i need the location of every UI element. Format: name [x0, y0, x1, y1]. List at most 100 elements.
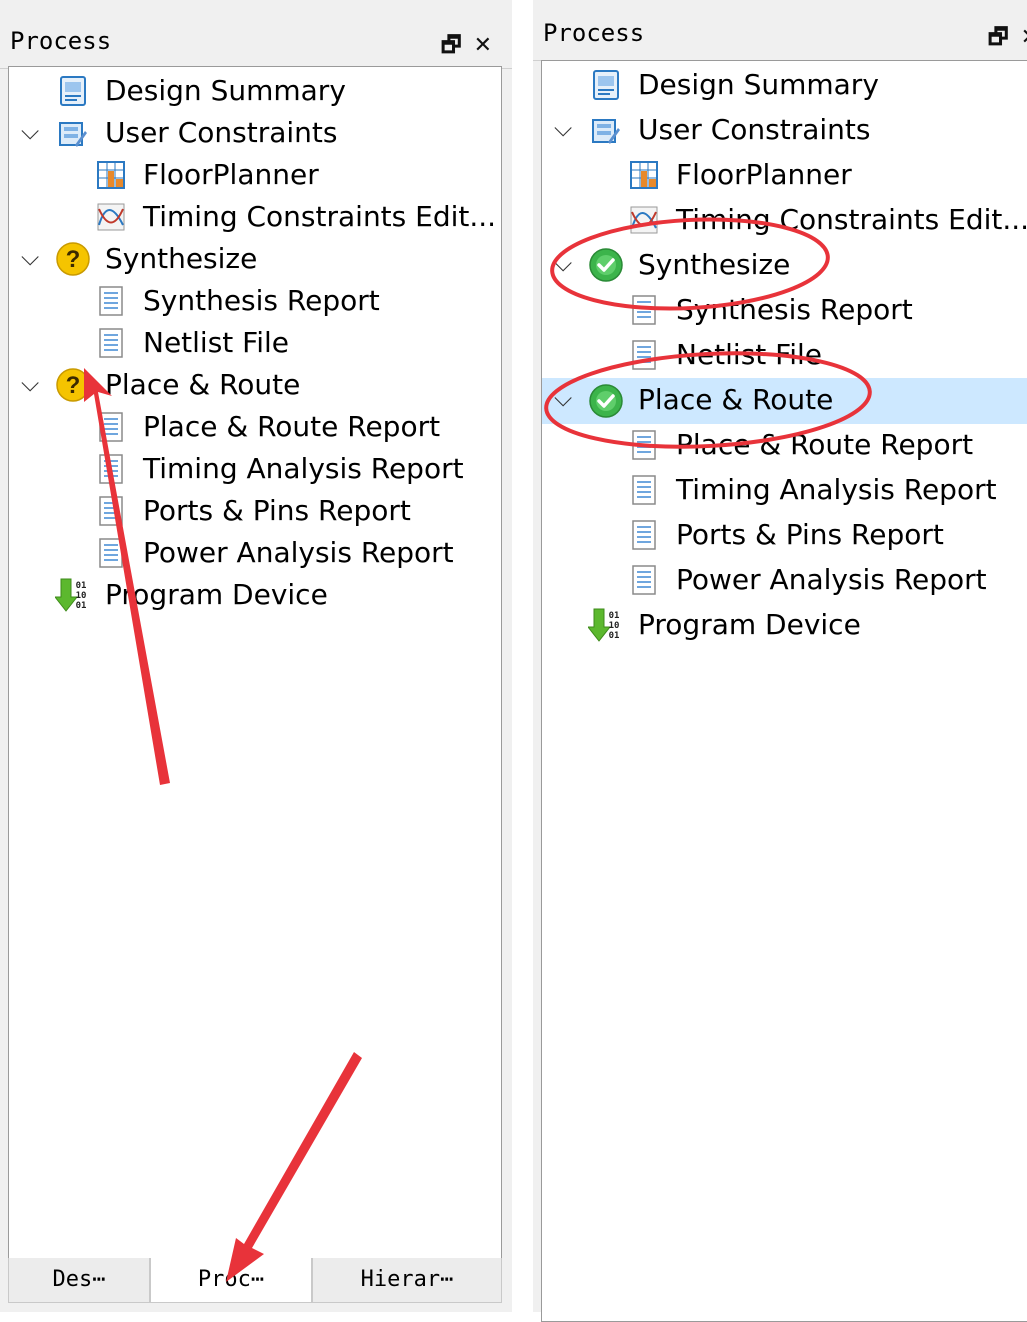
- tree-item-power-analysis-report[interactable]: Power Analysis Report: [542, 560, 1027, 602]
- tree-item-program-device[interactable]: 01 10 01 Program Device: [9, 575, 501, 617]
- report-document-icon: [99, 328, 123, 358]
- tree-item-label: Netlist File: [676, 338, 823, 371]
- program-device-icon: 011001: [588, 608, 620, 642]
- chevron-down-icon[interactable]: ⌵: [21, 369, 39, 397]
- question-status-icon: ?: [56, 368, 90, 402]
- chevron-down-icon[interactable]: ⌵: [21, 117, 39, 145]
- tab-process[interactable]: Proc⋯: [150, 1258, 312, 1303]
- tree-item-timing-constraints-editor[interactable]: Timing Constraints Edit...: [9, 197, 501, 239]
- tree-item-synthesis-report[interactable]: Synthesis Report: [9, 281, 501, 323]
- process-panel-right: Process 🗗 ✕ Design Summary ⌵ User Constra…: [533, 0, 1027, 1322]
- close-icon[interactable]: ✕: [474, 33, 492, 58]
- report-document-icon: [632, 430, 656, 460]
- svg-text:01: 01: [609, 611, 620, 621]
- chevron-down-icon[interactable]: ⌵: [554, 249, 572, 277]
- tree-item-label: Program Device: [638, 608, 861, 641]
- tree-item-program-device[interactable]: 01 10 01 Program Device: [542, 605, 1027, 647]
- panel-tab-bar: Des⋯ Proc⋯ Hierar⋯: [8, 1258, 502, 1304]
- tree-item-label: Place & Route Report: [676, 428, 974, 461]
- tree-item-timing-analysis-report[interactable]: Timing Analysis Report: [9, 449, 501, 491]
- floorplanner-icon: [97, 161, 125, 189]
- tree-item-label: Design Summary: [105, 74, 346, 107]
- report-document-icon: [99, 538, 123, 568]
- tree-item-label: FloorPlanner: [143, 158, 319, 191]
- tree-item-user-constraints[interactable]: ⌵ User Constraints: [9, 113, 501, 155]
- tree-item-floorplanner[interactable]: FloorPlanner: [9, 155, 501, 197]
- report-document-icon: [99, 412, 123, 442]
- tree-item-label: Timing Constraints Edit...: [676, 203, 1027, 236]
- tree-item-synthesis-report[interactable]: Synthesis Report: [542, 290, 1027, 332]
- report-document-icon: [632, 520, 656, 550]
- tree-item-label: Netlist File: [143, 326, 290, 359]
- tree-item-netlist-file[interactable]: Netlist File: [9, 323, 501, 365]
- report-document-icon: [632, 340, 656, 370]
- panel-title: Process: [10, 27, 112, 55]
- tree-item-label: Program Device: [105, 578, 328, 611]
- process-tree: Design Summary ⌵ User Constraints FloorP…: [541, 60, 1027, 1322]
- tree-item-netlist-file[interactable]: Netlist File: [542, 335, 1027, 377]
- tree-item-label: Design Summary: [638, 68, 879, 101]
- restore-icon[interactable]: 🗗: [988, 25, 1009, 50]
- tree-item-label: Timing Analysis Report: [676, 473, 997, 506]
- tree-item-label: Timing Constraints Edit...: [143, 200, 497, 233]
- tree-item-floorplanner[interactable]: FloorPlanner: [542, 155, 1027, 197]
- tree-item-place-route-report[interactable]: Place & Route Report: [9, 407, 501, 449]
- check-status-icon: [589, 384, 623, 418]
- tree-item-synthesize[interactable]: ⌵ Synthesize: [542, 245, 1027, 287]
- process-panel-left: Process 🗗 ✕ Design Summary ⌵ User Constra…: [0, 0, 512, 1312]
- tree-item-label: Synthesize: [638, 248, 791, 281]
- floorplanner-icon: [630, 161, 658, 189]
- report-document-icon: [632, 565, 656, 595]
- panel-titlebar: Process 🗗 ✕: [533, 10, 1027, 61]
- tree-item-label: Ports & Pins Report: [676, 518, 944, 551]
- tree-item-label: Place & Route Report: [143, 410, 441, 443]
- tree-item-label: Synthesis Report: [143, 284, 380, 317]
- svg-text:?: ?: [66, 246, 81, 273]
- tree-item-label: User Constraints: [638, 113, 871, 146]
- chevron-down-icon[interactable]: ⌵: [554, 114, 572, 142]
- tree-item-place-route-report[interactable]: Place & Route Report: [542, 425, 1027, 467]
- user-constraints-icon: [59, 122, 87, 147]
- report-document-icon: [99, 496, 123, 526]
- question-status-icon: ?: [56, 242, 90, 276]
- tree-item-ports-pins-report[interactable]: Ports & Pins Report: [542, 515, 1027, 557]
- tree-item-label: Ports & Pins Report: [143, 494, 411, 527]
- panel-titlebar: Process 🗗 ✕: [0, 18, 512, 69]
- tree-item-user-constraints[interactable]: ⌵ User Constraints: [542, 110, 1027, 152]
- tree-item-ports-pins-report[interactable]: Ports & Pins Report: [9, 491, 501, 533]
- tree-item-place-route[interactable]: ⌵ Place & Route: [542, 378, 1027, 424]
- svg-text:01: 01: [609, 631, 620, 641]
- panel-separator: [512, 0, 533, 1312]
- report-document-icon: [632, 475, 656, 505]
- tree-item-timing-constraints-editor[interactable]: Timing Constraints Edit...: [542, 200, 1027, 242]
- tree-item-synthesize[interactable]: ⌵ ? Synthesize: [9, 239, 501, 281]
- timing-constraints-icon: [630, 206, 658, 234]
- tree-item-label: Timing Analysis Report: [143, 452, 464, 485]
- svg-text:10: 10: [609, 621, 620, 631]
- svg-text:01: 01: [76, 601, 87, 611]
- design-summary-icon: [60, 76, 86, 106]
- timing-constraints-icon: [97, 203, 125, 231]
- close-icon[interactable]: ✕: [1021, 25, 1027, 50]
- tree-item-label: Synthesize: [105, 242, 258, 275]
- chevron-down-icon[interactable]: ⌵: [554, 384, 572, 412]
- tree-item-label: Synthesis Report: [676, 293, 913, 326]
- process-tree: Design Summary ⌵ User Constraints FloorP…: [8, 66, 502, 1260]
- tab-hierarchy[interactable]: Hierar⋯: [312, 1258, 502, 1303]
- tree-item-place-route[interactable]: ⌵ ? Place & Route: [9, 365, 501, 407]
- restore-icon[interactable]: 🗗: [441, 33, 462, 58]
- program-device-icon: 011001: [55, 578, 87, 612]
- tree-item-design-summary[interactable]: Design Summary: [542, 65, 1027, 107]
- tree-item-label: Place & Route: [105, 368, 301, 401]
- svg-text:?: ?: [66, 372, 81, 399]
- tree-item-power-analysis-report[interactable]: Power Analysis Report: [9, 533, 501, 575]
- check-status-icon: [589, 248, 623, 282]
- user-constraints-icon: [592, 119, 620, 144]
- tab-design[interactable]: Des⋯: [8, 1258, 150, 1303]
- svg-text:01: 01: [76, 581, 87, 591]
- tree-item-design-summary[interactable]: Design Summary: [9, 71, 501, 113]
- tree-item-timing-analysis-report[interactable]: Timing Analysis Report: [542, 470, 1027, 512]
- svg-text:10: 10: [76, 591, 87, 601]
- chevron-down-icon[interactable]: ⌵: [21, 243, 39, 271]
- report-document-icon: [99, 454, 123, 484]
